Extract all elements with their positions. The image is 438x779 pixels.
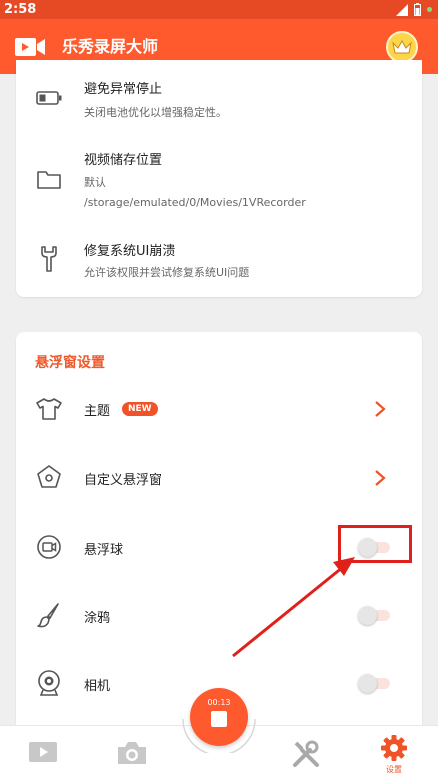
tab-settings[interactable]: 设置 xyxy=(364,726,424,779)
shirt-icon xyxy=(34,394,64,424)
doodle-toggle[interactable] xyxy=(358,606,392,625)
record-stop-button[interactable]: 00:13 xyxy=(190,688,248,746)
status-bar: 2:58 xyxy=(0,0,438,19)
custom-float-row[interactable]: 自定义悬浮窗 xyxy=(16,460,422,494)
theme-label: 主题 xyxy=(84,404,111,419)
camera-icon xyxy=(118,742,146,764)
camera-label: 相机 xyxy=(84,679,111,694)
stop-icon xyxy=(211,711,227,727)
tab-video[interactable] xyxy=(12,726,72,779)
camera-circle-icon xyxy=(34,532,64,562)
signal-icon xyxy=(396,3,408,16)
battery-status-icon xyxy=(414,3,421,16)
tab-camera[interactable] xyxy=(100,726,160,779)
wrench-icon xyxy=(34,244,64,274)
storage-location-path: /storage/emulated/0/Movies/1VRecorder xyxy=(84,196,306,209)
avoid-stop-row[interactable]: 避免异常停止 关闭电池优化以增强稳定性。 xyxy=(16,72,422,132)
highlight-box xyxy=(338,525,412,563)
tab-tools[interactable] xyxy=(276,726,336,779)
theme-row[interactable]: 主题 NEW xyxy=(16,392,422,426)
fix-ui-label: 修复系统UI崩溃 xyxy=(84,244,176,259)
section-title: 悬浮窗设置 xyxy=(35,355,105,371)
avoid-stop-sub: 关闭电池优化以增强稳定性。 xyxy=(84,106,227,119)
battery-icon xyxy=(34,83,64,113)
vip-button[interactable] xyxy=(386,31,418,63)
new-badge: NEW xyxy=(122,402,158,416)
storage-location-row[interactable]: 视频储存位置 默认 /storage/emulated/0/Movies/1VR… xyxy=(16,140,422,220)
tab-settings-label: 设置 xyxy=(386,765,402,774)
gear-icon xyxy=(381,735,407,761)
folder-icon xyxy=(34,165,64,195)
chevron-right-icon xyxy=(375,401,386,417)
play-icon xyxy=(29,742,57,762)
notification-dot xyxy=(427,7,432,12)
custom-float-label: 自定义悬浮窗 xyxy=(84,473,163,488)
pentagon-icon xyxy=(34,462,64,492)
record-time: 00:13 xyxy=(207,698,231,707)
doodle-row: 涂鸦 xyxy=(16,598,422,632)
float-ball-label: 悬浮球 xyxy=(84,543,124,558)
storage-location-label: 视频储存位置 xyxy=(84,153,163,168)
general-settings-card: 避免异常停止 关闭电池优化以增强稳定性。 视频储存位置 默认 /storage/… xyxy=(16,60,422,297)
status-time: 2:58 xyxy=(4,2,37,17)
crown-icon xyxy=(392,39,412,54)
status-icons xyxy=(396,3,432,16)
camera-toggle[interactable] xyxy=(358,674,392,693)
avoid-stop-label: 避免异常停止 xyxy=(84,82,163,97)
fix-ui-sub: 允许该权限并尝试修复系统UI问题 xyxy=(84,266,250,279)
fix-ui-row[interactable]: 修复系统UI崩溃 允许该权限并尝试修复系统UI问题 xyxy=(16,230,422,282)
brush-icon xyxy=(34,600,64,630)
webcam-icon xyxy=(34,668,64,698)
tools-icon xyxy=(293,740,319,767)
doodle-label: 涂鸦 xyxy=(84,611,111,626)
chevron-right-icon xyxy=(375,470,386,486)
storage-location-default: 默认 xyxy=(84,176,106,189)
video-camera-icon xyxy=(15,38,45,56)
